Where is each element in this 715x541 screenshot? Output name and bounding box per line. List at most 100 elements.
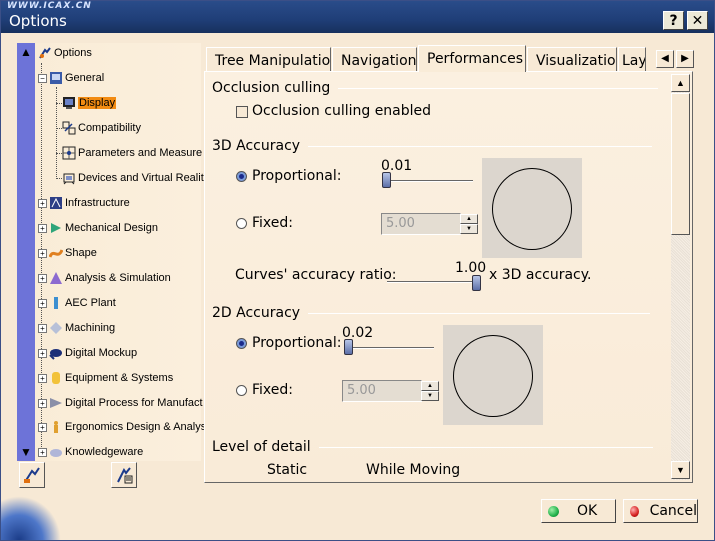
curves-ratio-slider-thumb[interactable] bbox=[472, 275, 481, 291]
equipment-icon bbox=[49, 371, 63, 385]
proportional-3d-radio[interactable] bbox=[236, 171, 247, 182]
preview-3d bbox=[482, 158, 582, 258]
preview-2d bbox=[443, 325, 543, 425]
expand-icon[interactable]: + bbox=[38, 223, 47, 233]
tree-item-mechanical-design[interactable]: + Mechanical Design bbox=[38, 219, 158, 237]
close-button[interactable]: ✕ bbox=[687, 11, 708, 30]
tree-item-ergonomics[interactable]: + Ergonomics Design & Analys bbox=[38, 418, 206, 436]
aec-plant-icon bbox=[49, 296, 63, 310]
help-button[interactable]: ? bbox=[663, 11, 684, 30]
machining-icon bbox=[49, 321, 63, 335]
scroll-up-icon[interactable]: ▲ bbox=[19, 45, 33, 59]
tree-item-digital-process[interactable]: + Digital Process for Manufact bbox=[38, 394, 203, 412]
scroll-thumb[interactable] bbox=[671, 93, 690, 235]
options-dialog: WWW.ICAX.CN Options ? ✕ ▲ ▼ Options − Ge… bbox=[0, 0, 715, 541]
level-of-detail-section: Level of detail bbox=[212, 439, 653, 455]
collapse-icon[interactable]: − bbox=[38, 73, 47, 83]
tab-visualization[interactable]: Visualization bbox=[527, 47, 617, 71]
expand-icon[interactable]: + bbox=[38, 298, 47, 308]
tab-performances[interactable]: Performances bbox=[418, 45, 526, 72]
proportional-2d-slider-track bbox=[344, 347, 434, 349]
expand-icon[interactable]: + bbox=[38, 198, 47, 208]
tab-navigation[interactable]: Navigation bbox=[332, 47, 417, 71]
proportional-3d-slider-track bbox=[383, 180, 473, 182]
occlusion-section: Occlusion culling bbox=[212, 80, 659, 96]
expand-icon[interactable]: + bbox=[38, 398, 47, 408]
proportional-3d-slider-thumb[interactable] bbox=[382, 172, 391, 188]
ok-icon bbox=[548, 505, 559, 517]
knowledgeware-icon bbox=[49, 445, 63, 459]
scroll-down-icon[interactable]: ▼ bbox=[671, 461, 690, 479]
expand-icon[interactable]: + bbox=[38, 373, 47, 383]
devices-icon bbox=[62, 171, 76, 185]
reset-options-icon bbox=[24, 467, 40, 483]
fixed-3d-radio[interactable] bbox=[236, 218, 247, 229]
tree-item-display[interactable]: Display bbox=[56, 94, 117, 112]
fixed-2d-field[interactable]: 5.00 bbox=[342, 380, 422, 402]
tree-item-general[interactable]: − General bbox=[38, 69, 104, 87]
expand-icon[interactable]: + bbox=[38, 323, 47, 333]
expand-icon[interactable]: + bbox=[38, 422, 47, 432]
accuracy-2d-section: 2D Accuracy bbox=[212, 305, 651, 321]
tree-item-compatibility[interactable]: Compatibility bbox=[56, 119, 141, 137]
panel-scrollbar[interactable]: ▲ ▼ bbox=[671, 74, 690, 480]
proportional-2d-radio[interactable] bbox=[236, 338, 247, 349]
shape-icon bbox=[48, 246, 64, 260]
tab-scroll-left-icon[interactable]: ◀ bbox=[656, 50, 674, 68]
tree-item-machining[interactable]: + Machining bbox=[38, 319, 115, 337]
digital-mockup-icon bbox=[49, 346, 63, 360]
curves-ratio-label: Curves' accuracy ratio: bbox=[235, 267, 397, 283]
expand-icon[interactable]: + bbox=[38, 348, 47, 358]
tree-item-devices[interactable]: Devices and Virtual Realit bbox=[56, 169, 204, 187]
expand-icon[interactable]: + bbox=[38, 248, 47, 258]
fixed-2d-spinner[interactable]: ▲ ▼ bbox=[421, 381, 439, 401]
tree-item-parameters[interactable]: Parameters and Measure bbox=[56, 144, 202, 162]
infrastructure-icon bbox=[49, 196, 63, 210]
proportional-2d-slider-thumb[interactable] bbox=[344, 339, 353, 355]
tree-scrollbar[interactable]: ▲ ▼ bbox=[17, 43, 35, 461]
parameters-icon bbox=[62, 146, 76, 160]
expand-icon[interactable]: + bbox=[38, 273, 47, 283]
fixed-3d-field[interactable]: 5.00 bbox=[381, 213, 461, 235]
window-title: Options bbox=[9, 12, 67, 30]
title-bar: WWW.ICAX.CN Options ? ✕ bbox=[1, 1, 714, 33]
options-icon bbox=[38, 46, 52, 60]
occlusion-checkbox-label: Occlusion culling enabled bbox=[252, 103, 432, 119]
cancel-icon bbox=[630, 505, 639, 517]
display-icon bbox=[62, 96, 76, 110]
tree-item-digital-mockup[interactable]: + Digital Mockup bbox=[38, 344, 137, 362]
fixed-3d-spinner[interactable]: ▲ ▼ bbox=[460, 214, 478, 234]
tab-strip: Tree Manipulation Navigation Performance… bbox=[206, 45, 646, 72]
cancel-button[interactable]: Cancel bbox=[623, 499, 698, 523]
tree-item-shape[interactable]: + Shape bbox=[38, 244, 97, 262]
logo-swoosh bbox=[1, 496, 61, 540]
fixed-3d-label: Fixed: bbox=[252, 215, 293, 231]
ok-button[interactable]: OK bbox=[541, 499, 616, 523]
fixed-2d-radio[interactable] bbox=[236, 385, 247, 396]
while-moving-label: While Moving bbox=[366, 462, 461, 478]
tree-item-equipment[interactable]: + Equipment & Systems bbox=[38, 369, 173, 387]
accuracy-3d-section: 3D Accuracy bbox=[212, 138, 653, 154]
tab-layout[interactable]: Lay bbox=[618, 47, 646, 71]
preview-3d-circle bbox=[492, 168, 572, 250]
tree-item-analysis[interactable]: + Analysis & Simulation bbox=[38, 269, 171, 287]
fixed-2d-label: Fixed: bbox=[252, 382, 293, 398]
tab-scroll-right-icon[interactable]: ▶ bbox=[676, 50, 694, 68]
tool-button-left[interactable] bbox=[19, 462, 45, 488]
scroll-up-icon[interactable]: ▲ bbox=[671, 74, 690, 92]
proportional-3d-label: Proportional: bbox=[252, 168, 342, 184]
tree-item-options[interactable]: Options bbox=[38, 44, 92, 62]
proportional-2d-label: Proportional: bbox=[252, 335, 342, 351]
ergonomics-icon bbox=[49, 420, 63, 434]
performances-panel: Occlusion culling Occlusion culling enab… bbox=[204, 71, 693, 483]
mechanical-design-icon bbox=[49, 221, 63, 235]
tree-item-aec-plant[interactable]: + AEC Plant bbox=[38, 294, 116, 312]
tool-button-right[interactable] bbox=[111, 462, 137, 488]
tab-tree-manipulation[interactable]: Tree Manipulation bbox=[206, 47, 331, 71]
occlusion-checkbox[interactable] bbox=[236, 106, 248, 118]
export-options-icon bbox=[117, 467, 133, 484]
tree-item-infrastructure[interactable]: + Infrastructure bbox=[38, 194, 130, 212]
scroll-down-icon[interactable]: ▼ bbox=[19, 445, 33, 459]
expand-icon[interactable]: + bbox=[38, 447, 47, 457]
tree-item-knowledgeware[interactable]: + Knowledgeware bbox=[38, 443, 143, 461]
